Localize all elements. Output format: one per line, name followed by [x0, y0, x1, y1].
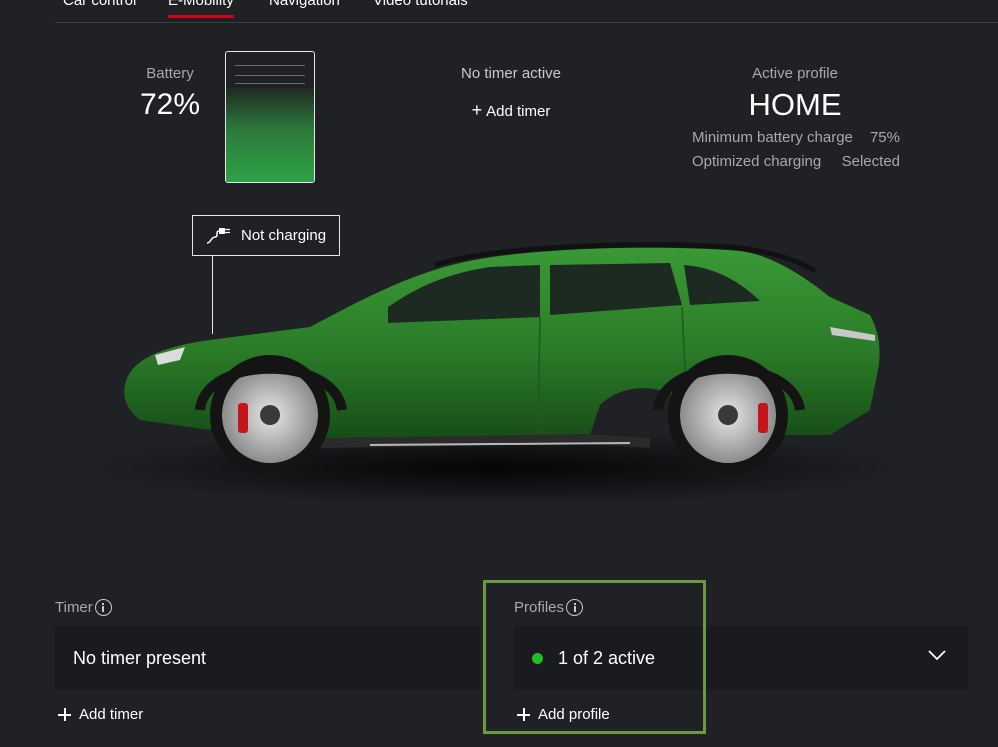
active-profile-label: Active profile — [752, 65, 838, 82]
timer-section-title: Timer — [55, 599, 93, 616]
min-charge-label: Minimum battery charge — [692, 129, 853, 146]
tab-navigation[interactable]: Navigation — [269, 0, 340, 9]
active-profile-name: HOME — [748, 87, 842, 122]
min-charge-row: Minimum battery charge 75% — [692, 129, 902, 146]
car-image — [75, 242, 915, 506]
profiles-section-title: Profiles — [514, 599, 565, 616]
battery-label: Battery — [146, 65, 194, 82]
plus-icon: + — [471, 100, 483, 120]
add-profile-button[interactable]: Add profile — [517, 706, 610, 723]
min-charge-value: 75% — [869, 129, 900, 146]
battery-fill — [226, 88, 314, 182]
timer-status: No timer active — [460, 65, 562, 82]
timer-panel[interactable]: No timer present — [55, 626, 480, 690]
timer-section-label: Timer — [55, 599, 112, 616]
tab-video-tutorials[interactable]: Video tutorials — [373, 0, 468, 9]
charging-status: Not charging — [192, 215, 340, 256]
battery-percentage: 72% — [139, 88, 201, 121]
info-icon[interactable] — [94, 599, 112, 616]
optimized-charging-value: Selected — [841, 153, 900, 170]
gauge-divider — [235, 75, 305, 76]
battery-gauge — [225, 51, 315, 183]
tab-car-control[interactable]: Car control — [63, 0, 136, 9]
info-icon[interactable] — [566, 599, 584, 616]
chevron-down-icon — [928, 650, 946, 660]
profiles-dropdown[interactable]: 1 of 2 active — [514, 626, 968, 690]
timer-panel-value: No timer present — [73, 647, 207, 668]
profiles-section-label: Profiles — [514, 599, 584, 616]
charge-connector-line — [212, 256, 213, 334]
active-status-dot — [532, 652, 543, 664]
gauge-divider — [235, 65, 305, 66]
gauge-divider — [235, 83, 305, 84]
tab-e-mobility[interactable]: E-Mobility — [168, 0, 234, 18]
optimized-charging-label: Optimized charging — [692, 153, 822, 170]
plus-icon — [517, 708, 530, 721]
add-profile-label: Add profile — [538, 706, 610, 723]
add-timer-label: Add timer — [486, 103, 551, 120]
add-timer-button[interactable]: Add timer — [58, 706, 143, 723]
add-timer-label: Add timer — [79, 706, 144, 723]
plus-icon — [58, 708, 71, 721]
profiles-dropdown-value: 1 of 2 active — [558, 647, 656, 668]
top-navigation: Car control E-Mobility Navigation Video … — [55, 0, 998, 23]
add-timer-button-top[interactable]: + Add timer — [420, 100, 602, 121]
optimized-charging-row: Optimized charging Selected — [692, 153, 902, 170]
charging-status-label: Not charging — [241, 227, 327, 244]
plug-icon — [206, 227, 230, 244]
